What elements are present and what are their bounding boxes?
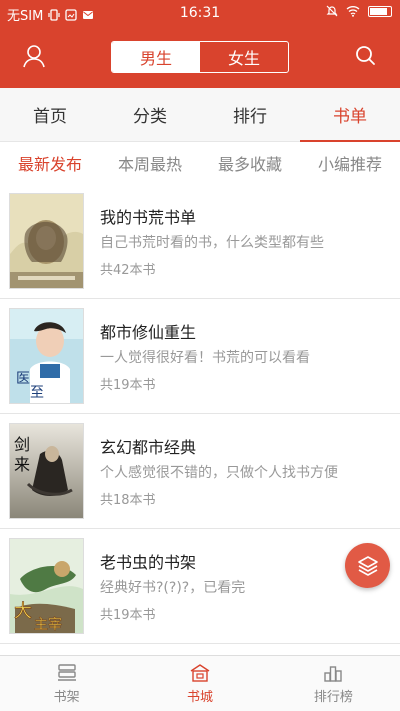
svg-text:剑: 剑 xyxy=(14,435,30,454)
nav-bookshelf[interactable]: 书架 xyxy=(0,656,133,711)
layers-fab[interactable] xyxy=(345,543,390,588)
book-cover: 剑 来 xyxy=(10,424,83,518)
subtab-weekly-hot[interactable]: 本周最热 xyxy=(100,142,200,184)
booklist-desc: 一人觉得很好看！书荒的可以看看 xyxy=(100,350,310,366)
bookstore-icon xyxy=(190,663,210,682)
booklist-count: 共19本书 xyxy=(100,608,156,623)
booklist-title: 我的书荒书单 xyxy=(100,208,197,227)
subtab-editor-picks[interactable]: 小编推荐 xyxy=(300,142,400,184)
sub-tabs: 最新发布 本周最热 最多收藏 小编推荐 xyxy=(0,142,400,184)
status-bar: 无SIM 16:31 xyxy=(0,0,400,28)
cover-image-4: 大 主宰 xyxy=(10,539,83,633)
list-item[interactable]: 大 主宰 老书虫的书架 经典好书?(?)?，已看完 共19本书 xyxy=(0,529,400,644)
status-right xyxy=(326,5,392,17)
ranking-icon xyxy=(324,665,343,682)
list-item[interactable]: 医 至 都市修仙重生 一人觉得很好看！书荒的可以看看 共19本书 xyxy=(0,299,400,414)
svg-text:至: 至 xyxy=(30,385,44,401)
booklist-count: 共19本书 xyxy=(100,378,156,393)
book-cover xyxy=(10,194,83,288)
book-cover: 医 至 xyxy=(10,309,83,403)
booklist-desc: 自己书荒时看的书，什么类型都有些 xyxy=(100,235,324,251)
nav-ranking-label: 排行榜 xyxy=(313,689,353,705)
wifi-icon xyxy=(346,6,360,17)
cover-image-1 xyxy=(10,194,83,288)
booklist-desc: 经典好书?(?)?，已看完 xyxy=(100,580,246,596)
nav-bookstore-label: 书城 xyxy=(186,689,213,705)
booklist-count: 共42本书 xyxy=(100,263,156,278)
tab-ranking[interactable]: 排行 xyxy=(200,88,300,141)
nav-bookshelf-label: 书架 xyxy=(53,689,80,705)
booklist-count: 共18本书 xyxy=(100,493,156,508)
booklist-title: 玄幻都市经典 xyxy=(100,438,197,457)
svg-text:大: 大 xyxy=(14,601,32,622)
battery-icon xyxy=(368,5,392,17)
svg-text:医: 医 xyxy=(16,371,30,387)
tab-booklist[interactable]: 书单 xyxy=(300,88,400,142)
list-item[interactable]: 剑 来 玄幻都市经典 个人感觉很不错的，只做个人找书方便 共18本书 xyxy=(0,414,400,529)
main-tabs: 首页 分类 排行 书单 xyxy=(0,88,400,142)
booklist-list: 我的书荒书单 自己书荒时看的书，什么类型都有些 共42本书 医 至 都市修仙重生… xyxy=(0,184,400,644)
gender-toggle: 男生 女生 xyxy=(111,41,289,73)
booklist-title: 都市修仙重生 xyxy=(100,323,197,342)
app-header: 男生 女生 xyxy=(0,28,400,88)
layers-icon xyxy=(357,555,378,576)
search-icon[interactable] xyxy=(352,42,380,70)
list-item[interactable]: 我的书荒书单 自己书荒时看的书，什么类型都有些 共42本书 xyxy=(0,184,400,299)
booklist-title: 老书虫的书架 xyxy=(100,553,197,572)
tab-category[interactable]: 分类 xyxy=(100,88,200,141)
booklist-desc: 个人感觉很不错的，只做个人找书方便 xyxy=(100,465,338,481)
tab-home[interactable]: 首页 xyxy=(0,88,100,141)
svg-text:来: 来 xyxy=(14,455,30,474)
bottom-nav: 书架 书城 排行榜 xyxy=(0,655,400,711)
subtab-most-favorited[interactable]: 最多收藏 xyxy=(200,142,300,184)
svg-text:主宰: 主宰 xyxy=(34,617,62,633)
cover-image-2: 医 至 xyxy=(10,309,83,403)
bookshelf-icon xyxy=(57,663,76,681)
nav-bookstore[interactable]: 书城 xyxy=(133,656,266,711)
cover-image-3: 剑 来 xyxy=(10,424,83,518)
nav-ranking[interactable]: 排行榜 xyxy=(267,656,400,711)
subtab-latest[interactable]: 最新发布 xyxy=(0,142,100,184)
user-icon[interactable] xyxy=(20,42,48,70)
gender-tab-female[interactable]: 女生 xyxy=(200,42,288,72)
book-cover: 大 主宰 xyxy=(10,539,83,633)
gender-tab-male[interactable]: 男生 xyxy=(112,42,200,72)
mute-bell-icon xyxy=(326,5,338,17)
